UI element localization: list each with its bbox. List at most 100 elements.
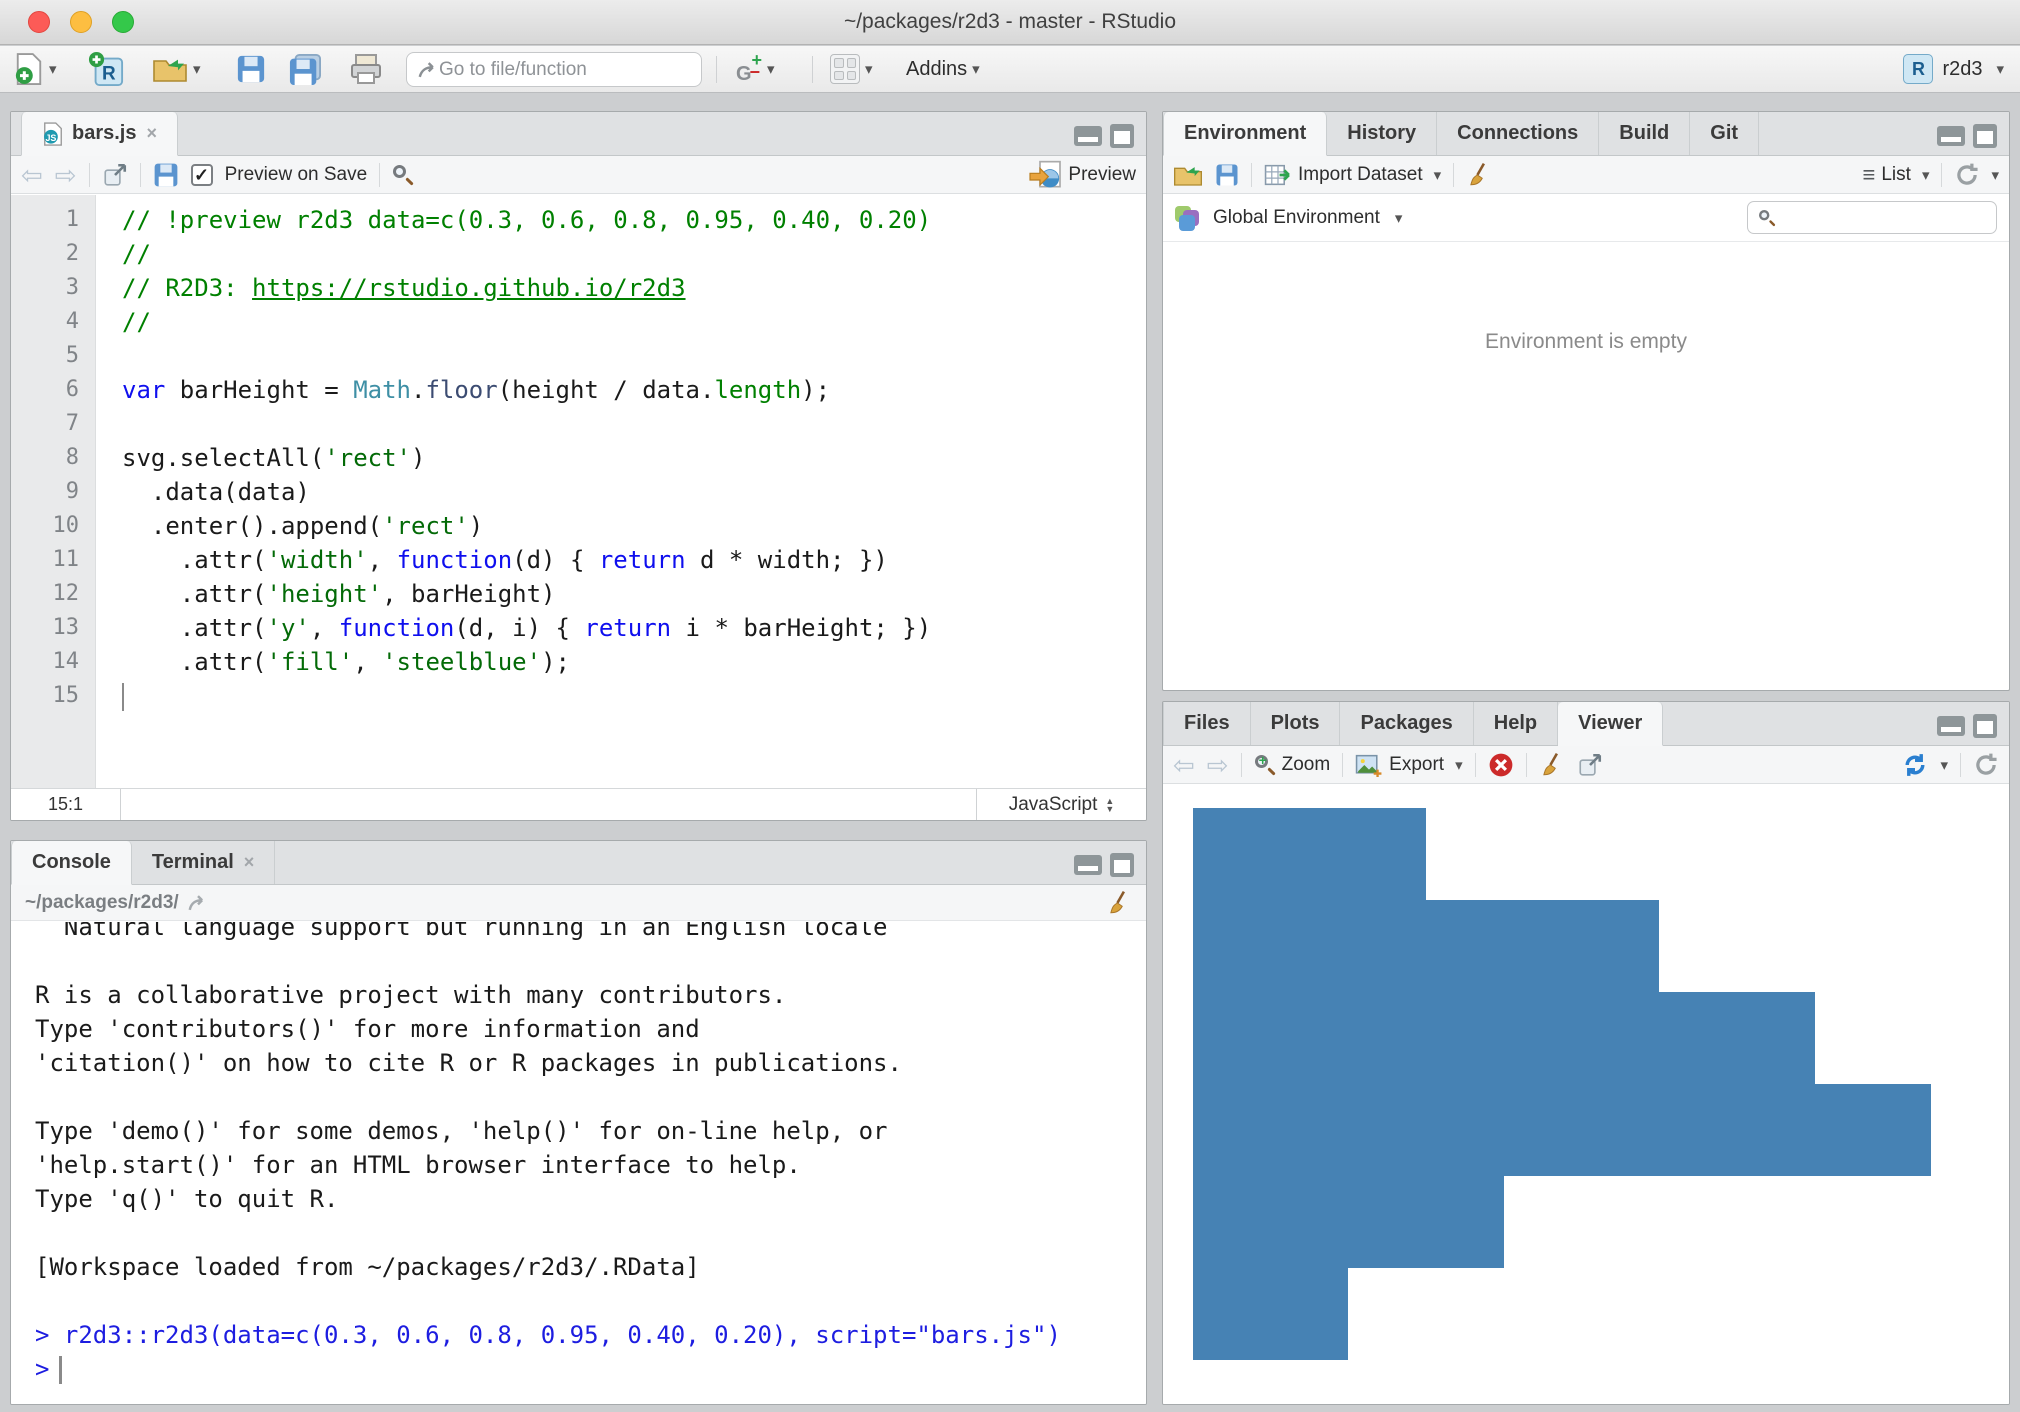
back-icon[interactable]: ⇦ [1173,752,1195,778]
code-line[interactable]: // !preview r2d3 data=c(0.3, 0.6, 0.8, 0… [122,203,1146,237]
tab-bars-js[interactable]: JS bars.js × [21,112,178,156]
code-token: // [122,308,151,336]
code-line[interactable]: .attr('fill', 'steelblue'); [122,645,1146,679]
maximize-pane-icon[interactable] [1973,124,1997,148]
code-token: length [714,376,801,404]
tab-build[interactable]: Build [1599,112,1690,155]
editor-code[interactable]: // !preview r2d3 data=c(0.3, 0.6, 0.8, 0… [96,195,1146,788]
tab-close-icon[interactable]: × [146,123,157,144]
popout-icon[interactable] [102,162,128,188]
load-workspace-icon[interactable] [1173,163,1203,187]
tab-files[interactable]: Files [1163,702,1251,745]
back-icon[interactable]: ⇦ [21,162,43,188]
workspace-panes-button[interactable]: ▾ [830,46,873,92]
minimize-pane-icon[interactable] [1074,855,1102,875]
tab-git[interactable]: Git [1690,112,1759,155]
tab-close-icon[interactable]: × [244,852,255,873]
sync-button[interactable]: ▾ [1901,751,1948,779]
tab-environment[interactable]: Environment [1163,112,1327,156]
minimize-pane-icon[interactable] [1937,126,1965,146]
export-button[interactable]: Export ▾ [1355,753,1462,777]
tab-viewer[interactable]: Viewer [1558,702,1663,746]
code-token: return [584,614,671,642]
tab-console[interactable]: Console [11,841,132,885]
open-file-button[interactable]: ▾ [152,46,201,92]
goto-file-function-box[interactable] [406,52,702,87]
save-button[interactable] [236,46,266,92]
code-line[interactable]: svg.selectAll('rect') [122,441,1146,475]
tab-history[interactable]: History [1327,112,1437,155]
code-line[interactable] [122,339,1146,373]
code-line[interactable] [122,407,1146,441]
panes-dropdown-caret[interactable]: ▾ [865,60,873,78]
js-file-icon: JS [42,121,64,147]
addins-menu[interactable]: Addins ▾ [906,46,980,92]
tab-connections[interactable]: Connections [1437,112,1599,155]
console-line: Type 'q()' to quit R. [35,1182,1146,1216]
preview-button[interactable]: Preview [1028,160,1136,190]
cursor-position[interactable]: 15:1 [11,789,121,820]
version-control-button[interactable]: +−G ▾ [736,46,775,92]
refresh-icon[interactable] [1973,752,1999,778]
code-line[interactable]: .attr('height', barHeight) [122,577,1146,611]
maximize-pane-icon[interactable] [1110,124,1134,148]
path-popout-icon[interactable] [187,893,209,913]
new-file-dropdown-caret[interactable]: ▾ [49,60,57,78]
addins-dropdown-caret[interactable]: ▾ [972,60,980,78]
project-selector[interactable]: R r2d3 ▾ [1903,46,2004,92]
code-line[interactable]: // [122,305,1146,339]
console-output[interactable]: Natural language support but running in … [11,922,1146,1404]
code-line[interactable] [122,679,1146,713]
tab-help[interactable]: Help [1474,702,1558,745]
environment-search-input[interactable] [1784,207,1984,228]
code-line[interactable]: // R2D3: https://rstudio.github.io/r2d3 [122,271,1146,305]
forward-icon[interactable]: ⇨ [55,162,77,188]
global-environment-caret[interactable]: ▾ [1395,209,1403,227]
code-line[interactable]: .attr('y', function(d, i) { return i * b… [122,611,1146,645]
tab-plots[interactable]: Plots [1251,702,1341,745]
code-line[interactable]: .data(data) [122,475,1146,509]
tab-terminal[interactable]: Terminal× [132,841,275,884]
import-dataset-button[interactable]: Import Dataset ▾ [1264,162,1441,188]
save-icon[interactable] [153,162,179,188]
console-line: Type 'demo()' for some demos, 'help()' f… [35,1114,1146,1148]
new-file-button[interactable]: ▾ [14,46,57,92]
maximize-pane-icon[interactable] [1973,714,1997,738]
clear-viewer-icon[interactable] [1539,752,1565,778]
print-button[interactable] [350,46,382,92]
list-view-selector[interactable]: ≡ List ▾ [1863,162,1930,188]
environment-search-box[interactable] [1747,201,1997,234]
code-line[interactable]: var barHeight = Math.floor(height / data… [122,373,1146,407]
tab-label: Git [1710,122,1738,145]
clear-environment-icon[interactable] [1466,162,1492,188]
remove-viewer-item-icon[interactable] [1488,752,1514,778]
clear-console-icon[interactable] [1106,890,1132,916]
preview-on-save-checkbox[interactable]: ✓ [191,164,213,186]
tab-packages[interactable]: Packages [1340,702,1473,745]
popout-icon[interactable] [1577,752,1603,778]
code-line[interactable]: .attr('width', function(d) { return d * … [122,543,1146,577]
code-editor[interactable]: 123456789101112131415 // !preview r2d3 d… [11,195,1146,788]
zoom-button[interactable]: Zoom [1254,754,1331,776]
goto-file-function-input[interactable] [439,59,669,81]
code-token: 'height' [267,580,383,608]
code-line[interactable]: .enter().append('rect') [122,509,1146,543]
minimize-pane-icon[interactable] [1074,126,1102,146]
global-environment-label[interactable]: Global Environment [1213,207,1380,229]
minimize-pane-icon[interactable] [1937,716,1965,736]
refresh-environment-button[interactable]: ▾ [1954,162,1999,188]
open-file-dropdown-caret[interactable]: ▾ [193,60,201,78]
maximize-pane-icon[interactable] [1110,853,1134,877]
save-all-button[interactable] [288,46,322,92]
viewer-content[interactable] [1163,785,2009,1404]
find-replace-icon[interactable] [392,164,414,186]
language-selector[interactable]: JavaScript ▲▼ [976,789,1146,820]
code-line[interactable]: // [122,237,1146,271]
console-line: > [35,1352,1146,1386]
forward-icon[interactable]: ⇨ [1207,752,1229,778]
new-project-button[interactable]: R [88,46,124,92]
project-dropdown-caret[interactable]: ▾ [1996,60,2004,78]
code-token: i * barHeight; }) [671,614,931,642]
version-control-dropdown-caret[interactable]: ▾ [767,60,775,78]
save-workspace-icon[interactable] [1215,163,1239,187]
